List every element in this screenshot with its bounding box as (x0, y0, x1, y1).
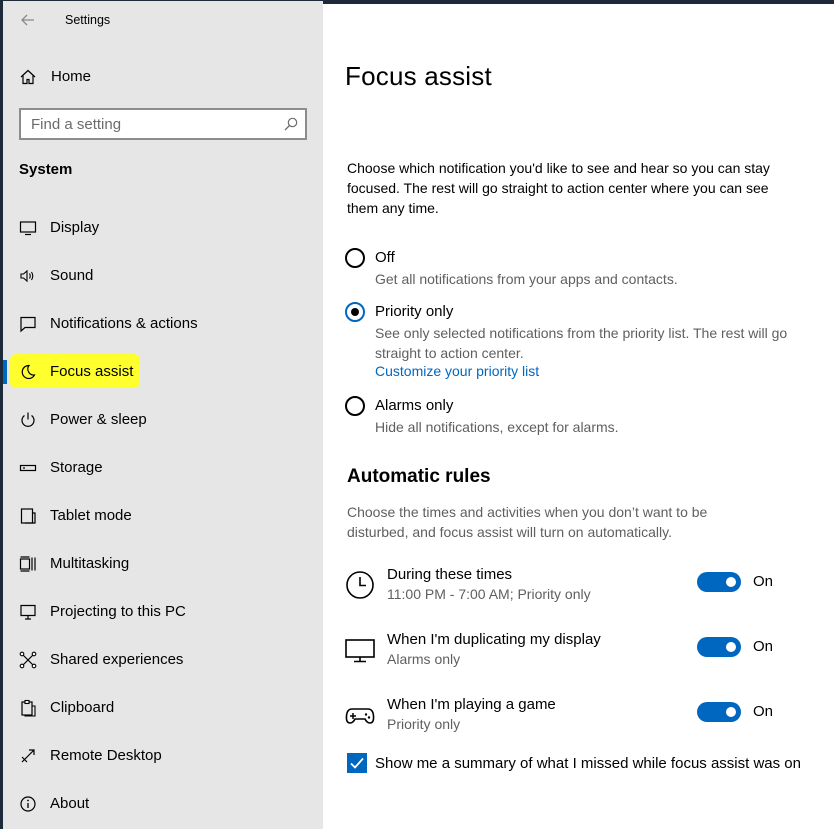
sidebar-item-label: Focus assist (50, 363, 134, 380)
sidebar-item-label: Notifications & actions (50, 315, 198, 332)
main-content: Focus assist Choose which notification y… (323, 4, 834, 829)
back-arrow-icon (21, 14, 34, 26)
sidebar-item-focus-assist[interactable]: Focus assist (3, 352, 323, 392)
toggle-state: On (753, 573, 774, 590)
sidebar-item-label: About (50, 795, 90, 812)
sidebar-item-display[interactable]: Display (3, 208, 323, 248)
page-title: Focus assist (345, 61, 492, 91)
monitor-icon (345, 639, 375, 663)
rule-toggle[interactable] (697, 637, 741, 657)
summary-label: Show me a summary of what I missed while… (375, 755, 801, 772)
sidebar-item-label: Storage (50, 459, 103, 476)
sidebar-home[interactable]: Home (3, 61, 323, 93)
search-input[interactable] (21, 110, 277, 138)
sidebar-item-label: Remote Desktop (50, 747, 162, 764)
toggle-knob (726, 707, 736, 717)
sidebar-item-label: Shared experiences (50, 651, 184, 668)
home-label: Home (51, 68, 92, 85)
power-icon (21, 412, 35, 427)
section-system: System (19, 161, 73, 178)
sidebar-item-remote-desktop[interactable]: Remote Desktop (3, 736, 323, 776)
storage-icon (19, 464, 37, 472)
toggle-knob (726, 577, 736, 587)
active-indicator (3, 360, 7, 384)
option-description: Hide all notifications, except for alarm… (375, 419, 619, 435)
customize-priority-list-link[interactable]: Customize your priority list (375, 363, 539, 379)
sidebar-item-projecting[interactable]: Projecting to this PC (3, 592, 323, 632)
toggle-state: On (753, 703, 774, 720)
sidebar-item-storage[interactable]: Storage (3, 448, 323, 488)
rule-during-times[interactable]: During these times 11:00 PM - 7:00 AM; P… (345, 566, 795, 610)
rule-toggle[interactable] (697, 702, 741, 722)
option-label: Off (375, 249, 395, 266)
sidebar-item-power-sleep[interactable]: Power & sleep (3, 400, 323, 440)
remote-desktop-icon (21, 749, 35, 763)
projecting-icon (20, 604, 36, 620)
sidebar-item-label: Multitasking (50, 555, 130, 572)
toggle-knob (726, 642, 736, 652)
rule-title: When I'm playing a game (387, 696, 556, 713)
search-icon (284, 117, 298, 131)
rule-subtitle: Alarms only (387, 651, 461, 667)
rule-title: During these times (387, 566, 513, 583)
moon-icon (21, 364, 36, 380)
rule-subtitle: 11:00 PM - 7:00 AM; Priority only (387, 586, 591, 602)
notification-icon (20, 316, 36, 333)
radio-off[interactable] (345, 248, 365, 268)
sidebar-item-label: Clipboard (50, 699, 115, 716)
option-label: Priority only (375, 303, 454, 320)
sidebar-item-shared-experiences[interactable]: Shared experiences (3, 640, 323, 680)
toggle-state: On (753, 638, 774, 655)
radio-priority-only[interactable] (345, 302, 365, 322)
summary-checkbox-row[interactable]: Show me a summary of what I missed while… (347, 753, 817, 777)
automatic-rules-description: Choose the times and activities when you… (347, 504, 708, 540)
option-description: Get all notifications from your apps and… (375, 271, 678, 287)
multitasking-icon (19, 556, 36, 572)
rule-playing-game[interactable]: When I'm playing a game Priority only On (345, 696, 795, 740)
rule-title: When I'm duplicating my display (387, 631, 601, 648)
rule-duplicating-display[interactable]: When I'm duplicating my display Alarms o… (345, 631, 795, 675)
gamepad-icon (345, 708, 375, 724)
sidebar-item-about[interactable]: About (3, 784, 323, 824)
sidebar-item-label: Tablet mode (50, 507, 132, 524)
window-title: Settings (65, 13, 111, 27)
rule-subtitle: Priority only (387, 716, 461, 732)
option-description: See only selected notifications from the… (375, 325, 788, 361)
tablet-icon (20, 508, 36, 524)
sidebar-item-label: Sound (50, 267, 94, 284)
sidebar-item-tablet-mode[interactable]: Tablet mode (3, 496, 323, 536)
search-box[interactable] (19, 108, 307, 140)
title-bar: Settings (3, 1, 323, 41)
clock-icon (346, 571, 374, 599)
clipboard-icon (21, 699, 36, 717)
speaker-icon (20, 269, 34, 283)
checkmark-icon (350, 757, 364, 769)
sidebar-item-notifications[interactable]: Notifications & actions (3, 304, 323, 344)
sidebar-item-sound[interactable]: Sound (3, 256, 323, 296)
sidebar-item-label: Projecting to this PC (50, 603, 186, 620)
back-button[interactable] (17, 9, 39, 31)
sidebar-item-label: Power & sleep (50, 411, 147, 428)
radio-alarms-only[interactable] (345, 396, 365, 416)
monitor-icon (19, 221, 37, 236)
page-description: Choose which notification you'd like to … (347, 160, 770, 216)
info-icon (20, 796, 36, 812)
sidebar-item-label: Display (50, 219, 100, 236)
home-icon (20, 69, 36, 85)
sidebar-item-clipboard[interactable]: Clipboard (3, 688, 323, 728)
sidebar-item-multitasking[interactable]: Multitasking (3, 544, 323, 584)
automatic-rules-heading: Automatic rules (347, 466, 491, 487)
shared-icon (19, 651, 37, 669)
summary-checkbox[interactable] (347, 753, 367, 773)
sidebar: Settings Home System Display Sound Notif… (3, 1, 323, 829)
option-label: Alarms only (375, 397, 454, 414)
rule-toggle[interactable] (697, 572, 741, 592)
